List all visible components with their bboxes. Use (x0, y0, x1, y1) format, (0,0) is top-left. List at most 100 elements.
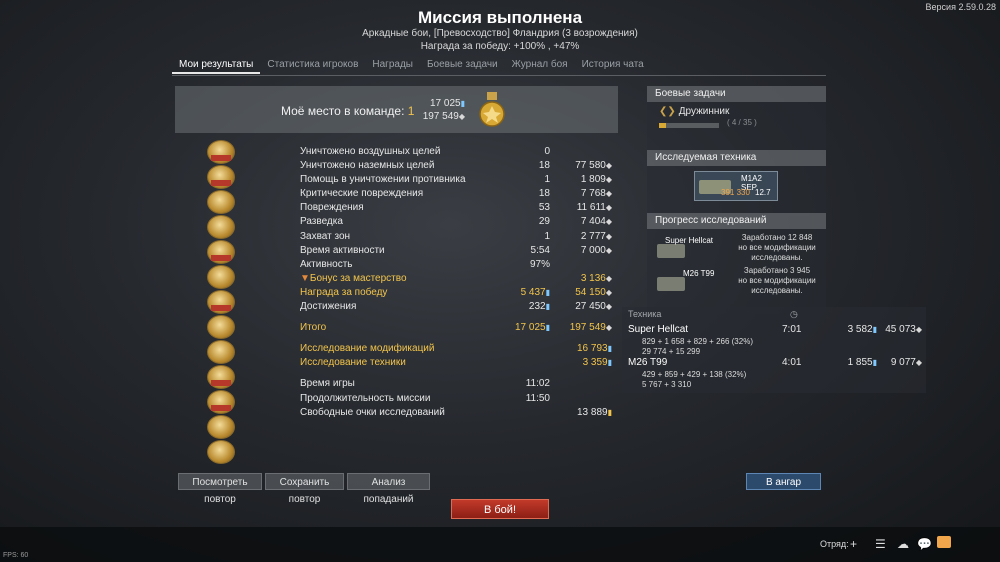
tab-my-results[interactable]: Мои результаты (172, 57, 261, 74)
award-icon (207, 365, 235, 389)
award-icon (207, 290, 235, 314)
stat-row: Награда за победу 5 437▮ 54 150◆ (300, 286, 612, 298)
stat-row: Критические повреждения 18 7 768◆ (300, 188, 612, 200)
vehicle-breakdown: 5 767 + 3 310 (642, 380, 692, 389)
research-tank-br: 12.7 (755, 188, 771, 197)
contacts-icon[interactable]: ☁ (897, 537, 909, 551)
tab-player-stats[interactable]: Статистика игроков (260, 57, 365, 74)
silver-icon: ◆ (605, 203, 612, 213)
rp-icon: ▮ (460, 99, 465, 108)
stat-row: Повреждения 53 11 611◆ (300, 202, 612, 214)
researched-vehicle-panel: Исследуемая техника M1A2 SEP 391 330 12.… (647, 150, 826, 216)
progress-item: Super Hellcat Заработано 12 848 но все мо… (647, 232, 826, 268)
silver-icon: ◆ (458, 112, 465, 121)
award-icon (207, 440, 235, 464)
vehicle-row: M26 T99 4:01 1 855▮ 9 077◆ 429 + 859 + 4… (622, 357, 922, 397)
team-place-label: Моё место в команде: 1 (281, 104, 414, 118)
stat-row: Исследование техники 3 359▮ (300, 357, 612, 369)
list-icon[interactable]: ☰ (875, 537, 886, 551)
award-icon (207, 165, 235, 189)
stat-row: Время игры 11:02 (300, 378, 550, 390)
save-replay-button[interactable]: Сохранить повтор (265, 473, 344, 505)
vehicle-sl: 9 077◆ (890, 357, 922, 368)
task-progress-text: ( 4 / 35 ) (727, 118, 757, 127)
vehicle-time: 7:01 (782, 324, 802, 335)
watch-replay-button[interactable]: Посмотреть повтор (178, 473, 262, 505)
silver-icon: ◆ (605, 161, 612, 171)
award-icon (207, 390, 235, 414)
vehicle-rp: 1 855▮ (847, 357, 877, 368)
research-tank-cost: 391 330 (721, 188, 750, 197)
silver-icon: ◆ (605, 231, 612, 241)
tab-battle-tasks[interactable]: Боевые задачи (420, 57, 505, 74)
award-icon (207, 140, 235, 164)
tab-rewards[interactable]: Награды (365, 57, 420, 74)
award-icon (207, 240, 235, 264)
stat-row: Захват зон 1 2 777◆ (300, 230, 612, 242)
tab-chat-history[interactable]: История чата (575, 57, 651, 74)
silver-icon: ◆ (605, 245, 612, 255)
award-icons-column (207, 140, 237, 465)
research-tank-card[interactable]: M1A2 SEP 391 330 12.7 (694, 171, 778, 201)
silver-icon: ◆ (605, 287, 612, 297)
award-icon (207, 265, 235, 289)
award-icon (207, 215, 235, 239)
researched-vehicle-header: Исследуемая техника (647, 150, 826, 166)
stat-row: Помощь в уничтожении противника 1 1 809◆ (300, 174, 612, 186)
progress-text: Заработано 12 848 но все модификации иссле… (738, 233, 816, 262)
mastery-icon: ▼ (300, 272, 310, 284)
results-tabs: Мои результаты Статистика игроков Наград… (172, 57, 651, 74)
task-rank-icon: ❮❯ (659, 106, 676, 117)
place-sl-total: 197 549◆ (422, 111, 465, 122)
mission-subtitle: Аркадные бои, [Превосходство] Фландрия (… (362, 28, 638, 39)
vehicle-breakdown: 29 774 + 15 299 (642, 347, 701, 356)
to-hangar-button[interactable]: В ангар (746, 473, 821, 490)
silver-icon: ◆ (605, 217, 612, 227)
stat-row: Достижения 232▮ 27 450◆ (300, 301, 612, 313)
silver-icon: ◆ (605, 189, 612, 199)
to-battle-button[interactable]: В бой! (451, 499, 549, 519)
stat-row: Уничтожено наземных целей 18 77 580◆ (300, 160, 612, 172)
stat-row: Активность 97% (300, 258, 550, 270)
stats-table: Уничтожено воздушных целей 0 Уничтожено н… (300, 146, 620, 421)
team-place-text: Моё место в команде: (281, 104, 405, 118)
silver-icon: ◆ (605, 323, 612, 333)
progress-tank-name: Super Hellcat (665, 236, 714, 245)
vehicle-name: Super Hellcat (628, 324, 689, 335)
award-icon (207, 340, 235, 364)
first-place-medal-icon (479, 92, 505, 127)
clock-icon: ◷ (790, 309, 798, 319)
hit-analysis-button[interactable]: Анализ попаданий (347, 473, 430, 505)
victory-reward: Награда за победу: +100% , +47% (420, 41, 580, 52)
stat-row: Разведка 29 7 404◆ (300, 216, 612, 228)
vehicle-time: 4:01 (782, 357, 802, 368)
stat-row: ▼Бонус за мастерство 3 136◆ (300, 272, 612, 284)
add-squad-icon[interactable]: + (850, 537, 857, 551)
award-icon (207, 315, 235, 339)
stat-row: Исследование модификаций 16 793▮ (300, 343, 612, 355)
mail-icon[interactable] (937, 536, 951, 548)
stat-row-total: Итого 17 025▮ 197 549◆ (300, 322, 612, 334)
research-progress-header: Прогресс исследований (647, 213, 826, 229)
rp-icon: ▮ (607, 358, 612, 368)
rp-icon: ▮ (607, 344, 612, 354)
battle-task-item[interactable]: ❮❯ Дружинник (659, 106, 814, 117)
chat-icon[interactable]: 💬 (917, 537, 932, 551)
vehicle-name: M26 T99 (628, 357, 668, 368)
tank-icon (657, 277, 685, 291)
vehicle-rp: 3 582▮ (847, 324, 877, 335)
battle-tasks-header: Боевые задачи (647, 86, 826, 102)
vehicles-panel: Техника ◷ Super Hellcat 7:01 3 582▮ 45 0… (622, 307, 926, 393)
progress-tank-name: M26 T99 (683, 269, 715, 278)
silver-icon: ◆ (605, 273, 612, 283)
tab-divider (172, 75, 826, 76)
vehicle-breakdown: 829 + 1 658 + 829 + 266 (32%) (642, 337, 753, 346)
tab-battle-log[interactable]: Журнал боя (505, 57, 575, 74)
award-icon (207, 415, 235, 439)
squad-label: Отряд: (820, 539, 849, 549)
vehicle-breakdown: 429 + 859 + 429 + 138 (32%) (642, 370, 747, 379)
battle-tasks-panel: Боевые задачи ❮❯ Дружинник ( 4 / 35 ) (647, 86, 826, 150)
vehicle-sl: 45 073◆ (885, 324, 922, 335)
task-progress-fill (659, 123, 666, 128)
place-rp-total: 17 025▮ (430, 98, 465, 109)
